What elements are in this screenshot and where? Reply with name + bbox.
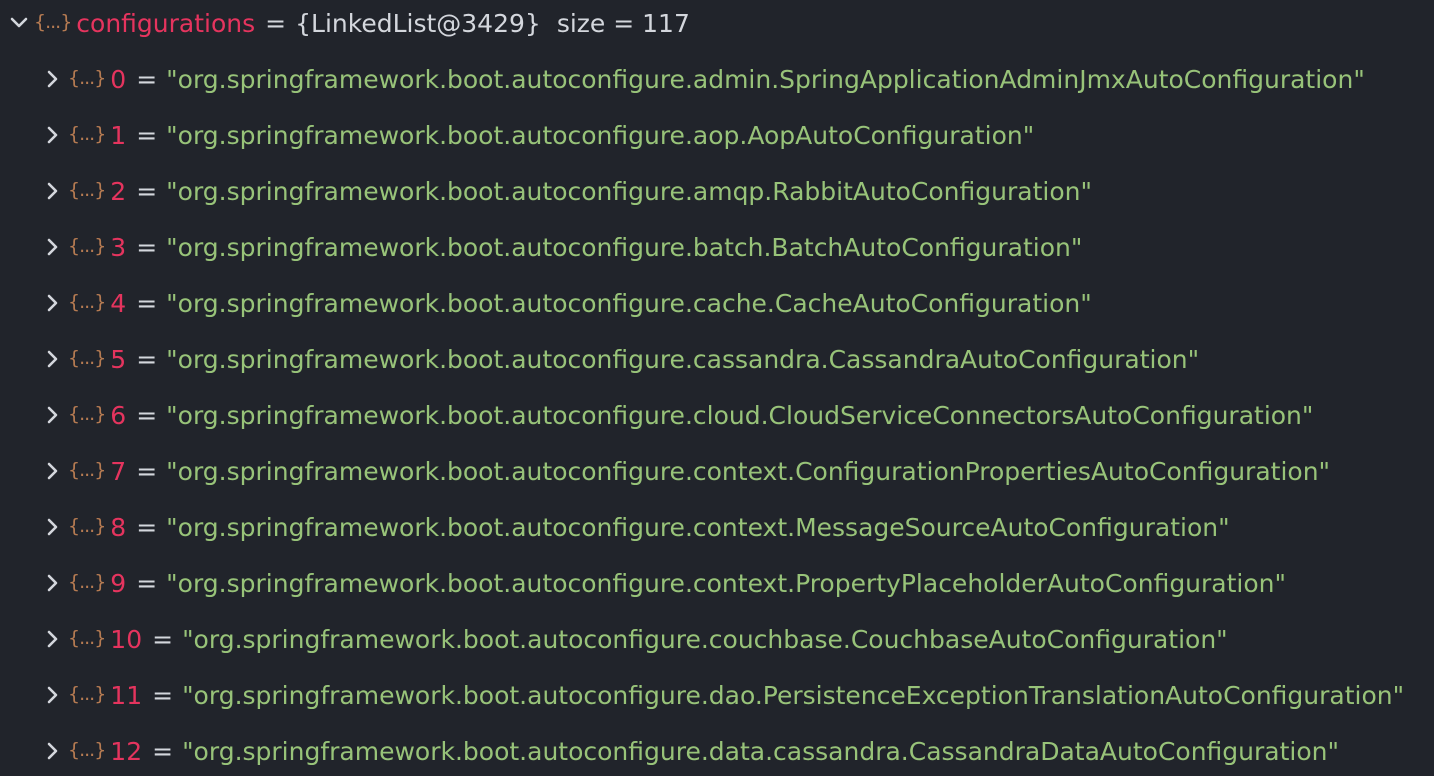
object-icon: {...}	[68, 179, 106, 201]
item-index: 1	[110, 120, 127, 150]
chevron-right-icon[interactable]	[42, 289, 64, 317]
item-index: 8	[110, 512, 127, 542]
item-index: 0	[110, 64, 127, 94]
item-index: 7	[110, 456, 127, 486]
tree-row-configurations[interactable]: {...} configurations = {LinkedList@3429}…	[8, 0, 690, 51]
item-index: 3	[110, 232, 127, 262]
tree-row-item[interactable]: {...} 12 = "org.springframework.boot.autoco…	[42, 723, 1339, 776]
item-value: "org.springframework.boot.autoconfigure.…	[166, 344, 1200, 374]
tree-row-item[interactable]: {...} 5 = "org.springframework.boot.autocon…	[42, 331, 1199, 387]
object-icon: {...}	[68, 347, 106, 369]
chevron-right-icon[interactable]	[42, 513, 64, 541]
object-icon: {...}	[68, 235, 106, 257]
equals-sign: =	[136, 64, 158, 94]
equals-sign: =	[136, 176, 158, 206]
item-index: 4	[110, 288, 127, 318]
chevron-right-icon[interactable]	[42, 457, 64, 485]
item-index: 2	[110, 176, 127, 206]
equals-sign: =	[136, 568, 158, 598]
object-icon: {...}	[68, 67, 106, 89]
tree-row-item[interactable]: {...} 1 = "org.springframework.boot.autocon…	[42, 107, 1034, 163]
object-icon: {...}	[68, 459, 106, 481]
chevron-right-icon[interactable]	[42, 737, 64, 765]
tree-row-item[interactable]: {...} 2 = "org.springframework.boot.autocon…	[42, 163, 1092, 219]
object-icon: {...}	[68, 515, 106, 537]
tree-row-item[interactable]: {...} 8 = "org.springframework.boot.autocon…	[42, 499, 1230, 555]
item-index: 5	[110, 344, 127, 374]
variables-tree: {...} configurations = {LinkedList@3429}…	[0, 0, 1434, 776]
equals-sign: =	[136, 288, 158, 318]
tree-row-item[interactable]: {...} 7 = "org.springframework.boot.autocon…	[42, 443, 1330, 499]
object-icon: {...}	[68, 627, 106, 649]
chevron-right-icon[interactable]	[42, 681, 64, 709]
item-value: "org.springframework.boot.autoconfigure.…	[182, 736, 1339, 766]
tree-row-item[interactable]: {...} 3 = "org.springframework.boot.autocon…	[42, 219, 1082, 275]
item-value: "org.springframework.boot.autoconfigure.…	[166, 288, 1092, 318]
object-icon: {...}	[68, 291, 106, 313]
tree-row-item[interactable]: {...} 4 = "org.springframework.boot.autocon…	[42, 275, 1092, 331]
item-value: "org.springframework.boot.autoconfigure.…	[166, 400, 1314, 430]
equals-sign: =	[152, 624, 174, 654]
chevron-right-icon[interactable]	[42, 233, 64, 261]
tree-row-item[interactable]: {...} 0 = "org.springframework.boot.autocon…	[42, 51, 1365, 107]
chevron-right-icon[interactable]	[42, 177, 64, 205]
chevron-right-icon[interactable]	[42, 625, 64, 653]
item-value: "org.springframework.boot.autoconfigure.…	[166, 456, 1331, 486]
equals-sign: =	[136, 232, 158, 262]
item-value: "org.springframework.boot.autoconfigure.…	[166, 64, 1365, 94]
chevron-right-icon[interactable]	[42, 65, 64, 93]
equals-sign: =	[265, 8, 287, 38]
item-value: "org.springframework.boot.autoconfigure.…	[166, 176, 1092, 206]
object-icon: {...}	[68, 403, 106, 425]
chevron-down-icon[interactable]	[8, 9, 30, 37]
chevron-right-icon[interactable]	[42, 121, 64, 149]
equals-sign: =	[136, 456, 158, 486]
object-icon: {...}	[68, 571, 106, 593]
chevron-right-icon[interactable]	[42, 401, 64, 429]
item-value: "org.springframework.boot.autoconfigure.…	[166, 512, 1230, 542]
variable-type: {LinkedList@3429}	[295, 8, 541, 38]
equals-sign: =	[136, 400, 158, 430]
item-value: "org.springframework.boot.autoconfigure.…	[182, 624, 1228, 654]
object-icon: {...}	[68, 123, 106, 145]
variable-name: configurations	[76, 8, 256, 38]
size-label: size = 117	[556, 8, 690, 38]
chevron-right-icon[interactable]	[42, 569, 64, 597]
equals-sign: =	[152, 736, 174, 766]
item-value: "org.springframework.boot.autoconfigure.…	[166, 568, 1287, 598]
object-icon: {...}	[34, 11, 72, 33]
item-value: "org.springframework.boot.autoconfigure.…	[166, 120, 1035, 150]
tree-row-item[interactable]: {...} 11 = "org.springframework.boot.autoco…	[42, 667, 1404, 723]
item-value: "org.springframework.boot.autoconfigure.…	[166, 232, 1083, 262]
chevron-right-icon[interactable]	[42, 345, 64, 373]
equals-sign: =	[136, 512, 158, 542]
tree-row-item[interactable]: {...} 9 = "org.springframework.boot.autocon…	[42, 555, 1286, 611]
equals-sign: =	[136, 344, 158, 374]
item-index: 12	[110, 736, 143, 766]
object-icon: {...}	[68, 739, 106, 761]
equals-sign: =	[152, 680, 174, 710]
item-index: 11	[110, 680, 143, 710]
tree-row-item[interactable]: {...} 10 = "org.springframework.boot.autoco…	[42, 611, 1228, 667]
item-index: 6	[110, 400, 127, 430]
item-index: 10	[110, 624, 143, 654]
item-value: "org.springframework.boot.autoconfigure.…	[182, 680, 1405, 710]
item-index: 9	[110, 568, 127, 598]
tree-row-item[interactable]: {...} 6 = "org.springframework.boot.autocon…	[42, 387, 1313, 443]
object-icon: {...}	[68, 683, 106, 705]
equals-sign: =	[136, 120, 158, 150]
